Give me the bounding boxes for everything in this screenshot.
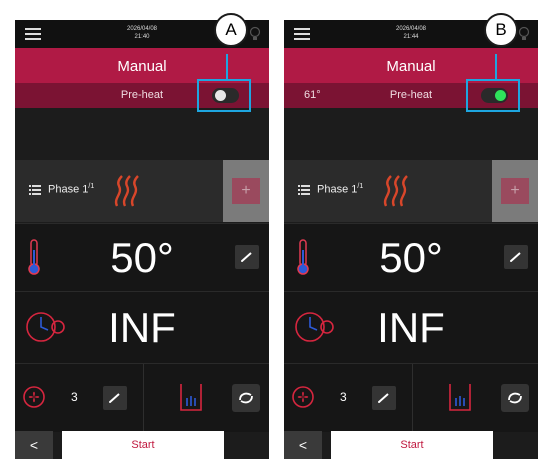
time-row: INF [284, 291, 538, 363]
start-button[interactable]: Start [62, 431, 224, 459]
fan-icon[interactable] [23, 386, 45, 408]
callout-badge-b: B [484, 13, 518, 47]
lightbulb-icon[interactable] [249, 26, 261, 42]
divider [412, 364, 413, 432]
fan-icon[interactable] [292, 386, 314, 408]
screen-panel-a: 2026/04/08 21:40 Manual Pre-heat Phase 1… [15, 20, 269, 459]
time-value: INF [108, 304, 176, 351]
mode-title: Manual [386, 58, 436, 75]
list-icon [298, 185, 310, 195]
cycle-button[interactable] [501, 384, 529, 412]
cycle-button[interactable] [232, 384, 260, 412]
mode-title: Manual [117, 58, 167, 75]
back-button[interactable]: < [284, 431, 322, 459]
back-button[interactable]: < [15, 431, 53, 459]
edit-temperature-button[interactable] [235, 245, 259, 269]
callout-line [226, 54, 228, 79]
heat-waves-icon [383, 175, 408, 207]
steam-icon[interactable] [179, 382, 203, 412]
callout-badge-a: A [214, 13, 248, 47]
fan-speed-value: 3 [71, 390, 78, 404]
edit-fan-button[interactable] [103, 386, 127, 410]
phase-row[interactable]: Phase 1/1 + [284, 160, 538, 222]
phase-label: Phase 1/1 [48, 183, 94, 196]
callout-line [495, 54, 497, 79]
temperature-row: 50° [15, 223, 269, 291]
phase-count: /1 [357, 183, 364, 190]
steam-icon[interactable] [448, 382, 472, 412]
fan-steam-row: 3 [15, 363, 269, 432]
temperature-value: 50° [379, 234, 443, 281]
plus-icon: + [232, 178, 260, 204]
temperature-value: 50° [110, 234, 174, 281]
start-button[interactable]: Start [331, 431, 493, 459]
edit-icon [510, 252, 521, 262]
time-row: INF [15, 291, 269, 363]
edit-icon [241, 252, 252, 262]
phase-label: Phase 1/1 [317, 183, 363, 196]
callout-box-preheat-toggle [466, 79, 520, 112]
phase-count: /1 [88, 183, 95, 190]
heat-waves-icon [114, 175, 139, 207]
phase-label-text: Phase 1 [48, 183, 89, 196]
divider [143, 364, 144, 432]
fan-steam-row: 3 [284, 363, 538, 432]
lightbulb-icon[interactable] [518, 26, 530, 42]
temperature-row: 50° [284, 223, 538, 291]
screen-panel-b: 2026/04/08 21:44 Manual 61° Pre-heat Pha… [284, 20, 538, 459]
mode-header: Manual [15, 48, 269, 83]
add-phase-button[interactable]: + [492, 160, 538, 222]
plus-icon: + [501, 178, 529, 204]
fan-speed-value: 3 [340, 390, 347, 404]
mode-header: Manual [284, 48, 538, 83]
edit-fan-button[interactable] [372, 386, 396, 410]
add-phase-button[interactable]: + [223, 160, 269, 222]
callout-box-preheat-toggle [197, 79, 251, 112]
time-value: INF [377, 304, 445, 351]
list-icon [29, 185, 41, 195]
edit-temperature-button[interactable] [504, 245, 528, 269]
edit-icon [109, 393, 120, 403]
phase-row[interactable]: Phase 1/1 + [15, 160, 269, 222]
cycle-icon [239, 392, 253, 404]
cycle-icon [508, 392, 522, 404]
phase-label-text: Phase 1 [317, 183, 358, 196]
edit-icon [378, 393, 389, 403]
